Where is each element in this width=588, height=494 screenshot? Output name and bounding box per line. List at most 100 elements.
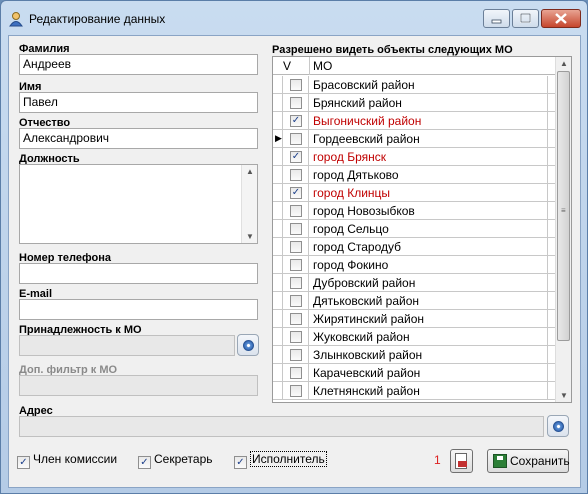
mo-grid-row[interactable]: ✓ город Брянск xyxy=(273,148,555,166)
position-scrollbar[interactable]: ▲ ▼ xyxy=(241,165,257,243)
row-mo-name: Дятьковский район xyxy=(313,294,420,308)
mo-filter-field[interactable] xyxy=(19,375,258,396)
row-check-cell xyxy=(282,310,309,328)
row-check-cell: ✓ xyxy=(282,112,309,130)
name-field[interactable]: Павел xyxy=(19,92,258,113)
row-checkbox[interactable] xyxy=(290,241,302,253)
row-pointer-icon: ▶ xyxy=(275,133,282,143)
scroll-thumb[interactable]: ≡ xyxy=(557,71,570,341)
title-bar[interactable]: Редактирование данных xyxy=(1,1,587,35)
row-checkbox[interactable] xyxy=(290,277,302,289)
scroll-up-icon[interactable]: ▲ xyxy=(560,59,568,68)
mo-grid-row[interactable]: город Фокино xyxy=(273,256,555,274)
row-checkbox[interactable] xyxy=(290,349,302,361)
mo-grid-row[interactable]: Жуковский район xyxy=(273,328,555,346)
row-mo-name: город Стародуб xyxy=(313,240,402,254)
row-mo-name: Брасовский район xyxy=(313,78,415,92)
mo-grid-row[interactable]: ✓ Выгоничский район xyxy=(273,112,555,130)
surname-field[interactable]: Андреев xyxy=(19,54,258,75)
mo-grid-row[interactable]: ✓ город Клинцы xyxy=(273,184,555,202)
commission-member-checkbox[interactable]: ✓ Член комиссии xyxy=(17,452,117,469)
row-checkbox[interactable] xyxy=(290,223,302,235)
save-button[interactable]: Сохранить xyxy=(487,449,570,473)
column-header-mo[interactable]: МО xyxy=(313,59,332,73)
scroll-down-icon[interactable]: ▼ xyxy=(560,391,568,400)
row-mo-name: город Дятьково xyxy=(313,168,399,182)
mo-grid-row[interactable]: Брянский район xyxy=(273,94,555,112)
row-checkbox[interactable] xyxy=(290,331,302,343)
mo-grid-row[interactable]: город Дятьково xyxy=(273,166,555,184)
row-checkbox[interactable] xyxy=(290,313,302,325)
position-field[interactable]: ▲ ▼ xyxy=(19,164,258,244)
checkbox-secretary[interactable]: ✓ xyxy=(138,456,151,469)
maximize-icon xyxy=(520,13,531,23)
pick-icon xyxy=(553,421,564,432)
save-button-label: Сохранить xyxy=(510,454,570,468)
mo-grid-row[interactable]: ▶ Гордеевский район xyxy=(273,130,555,148)
row-mo-name: Брянский район xyxy=(313,96,402,110)
row-checkbox[interactable] xyxy=(290,259,302,271)
pick-icon xyxy=(243,340,254,351)
row-checkbox[interactable] xyxy=(290,295,302,307)
row-check-cell xyxy=(282,382,309,400)
row-check-cell xyxy=(282,76,309,94)
patronymic-field[interactable]: Александрович xyxy=(19,128,258,149)
mo-grid-row[interactable]: Злынковский район xyxy=(273,346,555,364)
row-checkbox[interactable] xyxy=(290,79,302,91)
mo-membership-field[interactable] xyxy=(19,335,235,356)
commission-member-label: Член комиссии xyxy=(33,452,118,466)
mo-membership-pick-button[interactable] xyxy=(237,334,259,356)
row-checkbox[interactable] xyxy=(290,169,302,181)
row-checkbox[interactable] xyxy=(290,385,302,397)
scroll-up-icon[interactable]: ▲ xyxy=(246,167,254,176)
mo-grid-row[interactable]: Клетнянский район xyxy=(273,382,555,400)
mo-grid-row[interactable]: Дятьковский район xyxy=(273,292,555,310)
row-check-cell xyxy=(282,202,309,220)
maximize-button[interactable] xyxy=(512,9,539,28)
row-checkbox[interactable] xyxy=(290,133,302,145)
checkbox-executor[interactable]: ✓ xyxy=(234,456,247,469)
mo-grid-row[interactable]: город Новозыбков xyxy=(273,202,555,220)
row-check-cell xyxy=(282,130,309,148)
phone-field[interactable] xyxy=(19,263,258,284)
row-checkbox[interactable]: ✓ xyxy=(290,151,302,163)
counter-badge: 1 xyxy=(434,453,441,467)
mo-grid-row[interactable]: Карачевский район xyxy=(273,364,555,382)
mo-grid-body: Брасовский район Брянский район ✓ Выгоничск… xyxy=(273,76,555,402)
window-title: Редактирование данных xyxy=(29,12,166,26)
mo-grid-row[interactable]: Брасовский район xyxy=(273,76,555,94)
edit-data-window: Редактирование данных Фамилия Андреев Им… xyxy=(0,0,588,494)
secretary-checkbox[interactable]: ✓ Секретарь xyxy=(138,452,213,469)
column-header-v[interactable]: V xyxy=(283,59,291,73)
mo-grid-row[interactable]: город Сельцо xyxy=(273,220,555,238)
user-icon xyxy=(9,12,23,27)
minimize-button[interactable] xyxy=(483,9,510,28)
row-checkbox[interactable] xyxy=(290,97,302,109)
mo-grid-row[interactable]: Дубровский район xyxy=(273,274,555,292)
print-button[interactable] xyxy=(450,449,473,473)
address-field[interactable] xyxy=(19,416,544,437)
email-field[interactable] xyxy=(19,299,258,320)
row-mo-name: Дубровский район xyxy=(313,276,416,290)
row-check-cell xyxy=(282,238,309,256)
row-checkbox[interactable]: ✓ xyxy=(290,187,302,199)
minimize-icon xyxy=(491,19,502,24)
row-check-cell: ✓ xyxy=(282,148,309,166)
mo-grid-header: V МО xyxy=(273,57,555,75)
row-checkbox[interactable]: ✓ xyxy=(290,115,302,127)
mo-grid-row[interactable]: Жирятинский район xyxy=(273,310,555,328)
scroll-down-icon[interactable]: ▼ xyxy=(246,232,254,241)
checkbox-commission-member[interactable]: ✓ xyxy=(17,456,30,469)
mo-grid-scrollbar[interactable]: ▲ ≡ ▼ xyxy=(555,57,571,402)
row-checkbox[interactable] xyxy=(290,205,302,217)
address-pick-button[interactable] xyxy=(547,415,569,437)
row-checkbox[interactable] xyxy=(290,367,302,379)
mo-grid-title: Разрешено видеть объекты следующих МО xyxy=(272,44,513,56)
close-button[interactable] xyxy=(541,9,581,28)
print-icon xyxy=(455,453,467,469)
executor-checkbox[interactable]: ✓ Исполнитель xyxy=(234,451,327,469)
mo-grid-row[interactable]: город Стародуб xyxy=(273,238,555,256)
row-mo-name: город Клинцы xyxy=(313,186,391,200)
row-mo-name: Злынковский район xyxy=(313,348,423,362)
mo-grid[interactable]: V МО Брасовский район Брянский район ✓ Выго… xyxy=(272,56,572,403)
